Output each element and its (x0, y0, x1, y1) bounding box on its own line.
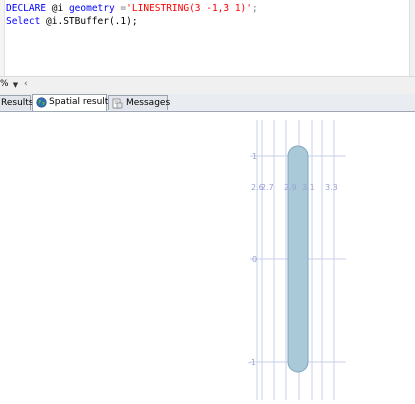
tab-messages-label: Messages (126, 98, 171, 108)
string-literal: 'LINESTRING(3 -1,3 1)' (126, 3, 252, 14)
tab-messages[interactable]: Messages (108, 95, 171, 110)
tab-results[interactable]: Results (0, 95, 34, 110)
y-axis-label: 1 (252, 152, 257, 161)
messages-icon (112, 98, 123, 109)
y-axis-label: -1 (248, 358, 256, 367)
x-axis-label: 3.3 (325, 183, 338, 192)
chevron-down-icon[interactable]: ▼ (10, 80, 21, 90)
keyword-declare: DECLARE (6, 3, 47, 14)
query-editor[interactable]: DECLARE @i geometry ='LINESTRING(3 -1,3 … (0, 0, 415, 76)
editor-line-2: Select @i.STBuffer(.1); (6, 16, 138, 28)
tab-spatial-results[interactable]: Spatial results (32, 94, 113, 111)
tab-spatial-label: Spatial results (49, 97, 113, 107)
globe-icon (36, 97, 47, 108)
statement-terminator: ; (252, 3, 258, 14)
select-expression: @i.STBuffer(.1); (40, 16, 138, 27)
x-axis-labels: 2.62.7 2.9 3.1 3.3 (251, 183, 338, 192)
x-axis-label: 3.1 (302, 183, 315, 192)
variable-name: @i (46, 3, 69, 14)
buffer-shape[interactable] (287, 145, 309, 373)
tab-results-label: Results (1, 98, 34, 108)
y-axis-label: 0 (252, 255, 257, 264)
results-tabstrip: Results Spatial results Messages (0, 94, 415, 112)
editor-gutter (0, 0, 5, 76)
x-axis-label: 2.9 (284, 183, 297, 192)
keyword-select: Select (6, 16, 41, 27)
zoom-bar: % ▼ ‹ (0, 76, 415, 95)
spatial-results-canvas[interactable]: 2.6 2.7 2.9 3.1 3.3 1 0 -1 (0, 112, 415, 400)
scroll-left-arrow[interactable]: ‹ (24, 79, 28, 89)
assignment-operator: = (114, 3, 127, 14)
zoom-value[interactable]: % (0, 79, 9, 89)
editor-scrollbar[interactable] (409, 0, 415, 76)
editor-line-1: DECLARE @i geometry ='LINESTRING(3 -1,3 … (6, 3, 258, 15)
x-axis-label: 2.7 (261, 183, 274, 192)
spatial-plot: 2.62.7 2.9 3.1 3.3 10-1 (248, 120, 346, 400)
keyword-geometry: geometry (68, 3, 115, 14)
